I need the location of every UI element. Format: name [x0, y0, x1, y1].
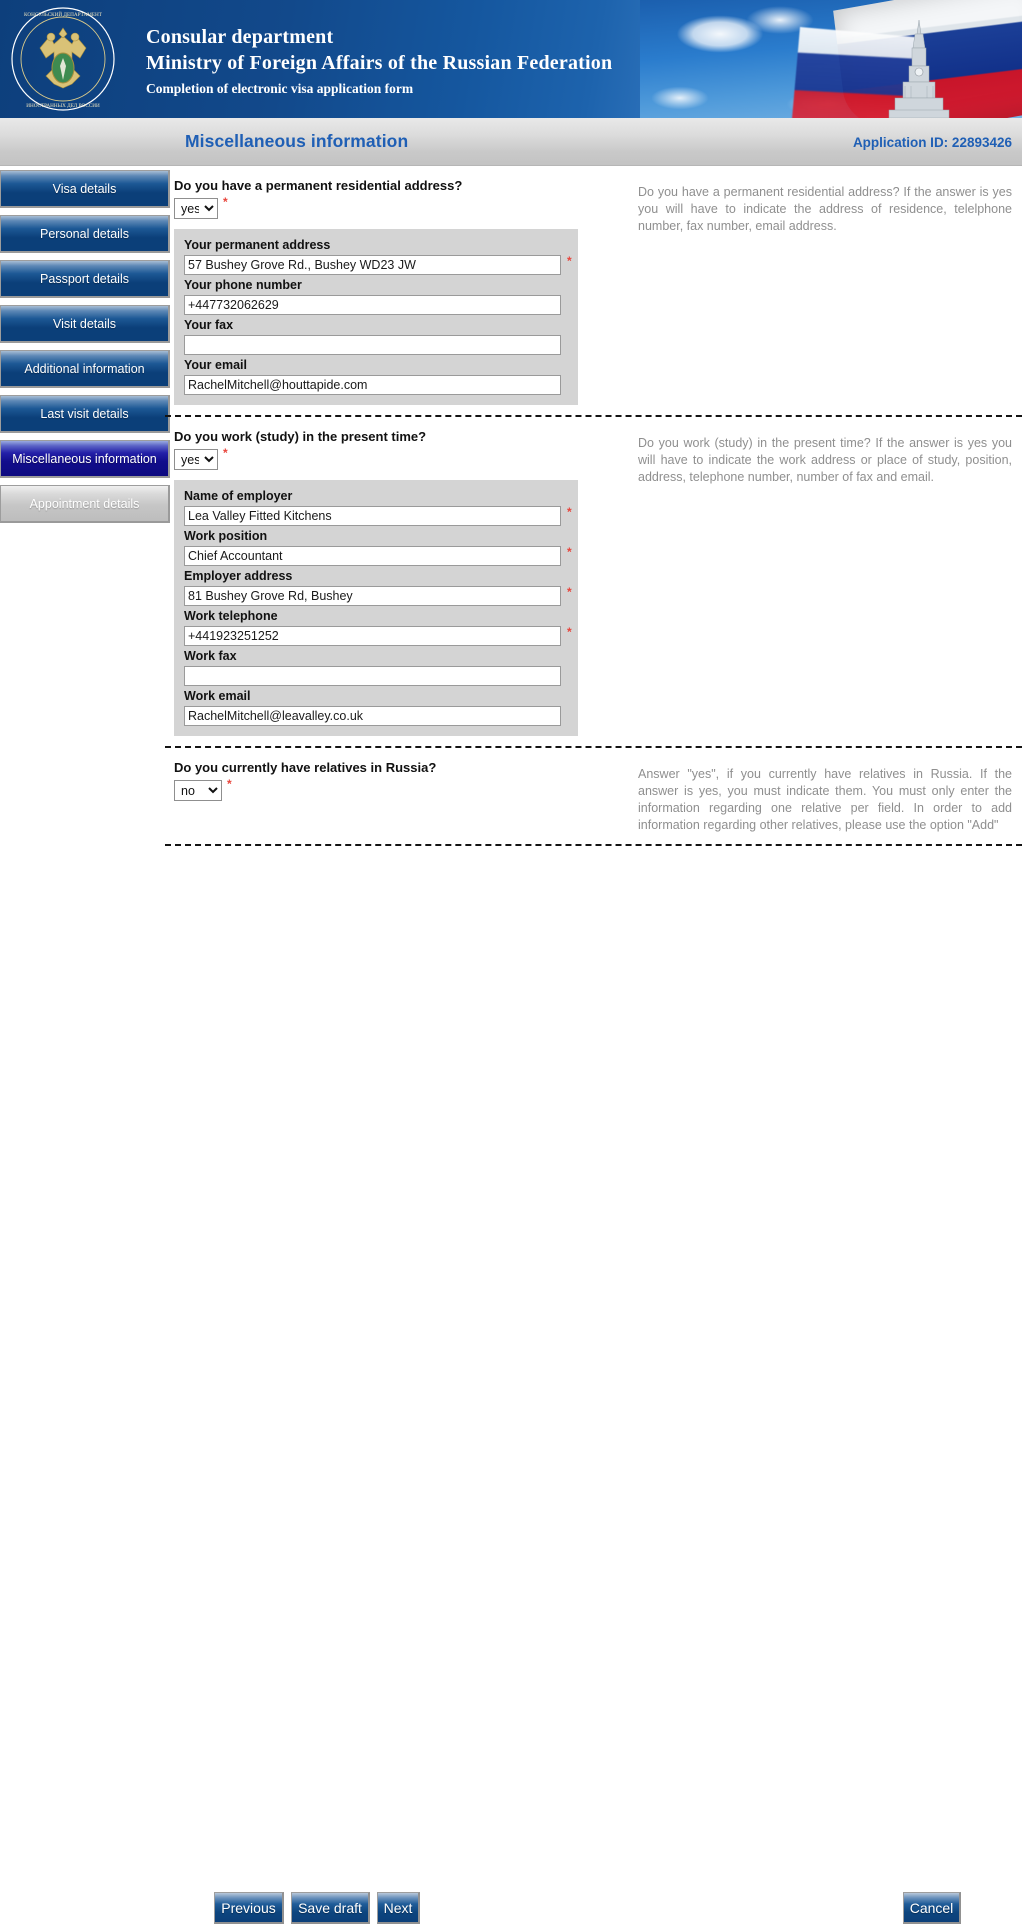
- section-fields-column: Do you have a permanent residential addr…: [165, 174, 600, 405]
- sidebar-item-passport-details[interactable]: Passport details: [0, 260, 170, 298]
- section-hint-column: Answer "yes", if you currently have rela…: [600, 756, 1022, 834]
- sidebar-item-appointment-details: Appointment details: [0, 485, 170, 523]
- banner-subtitle: Completion of electronic visa applicatio…: [146, 81, 414, 96]
- section-relatives-in-russia: Do you currently have relatives in Russi…: [165, 746, 1022, 846]
- label-work-position: Work position: [184, 529, 268, 543]
- required-asterisk: *: [223, 195, 228, 209]
- banner-title-line-1: Consular department: [146, 26, 334, 48]
- section-hint-column: Do you have a permanent residential addr…: [600, 174, 1022, 405]
- sidebar-nav: Visa details Personal details Passport d…: [0, 170, 174, 530]
- question-permanent-address: Do you have a permanent residential addr…: [174, 178, 463, 193]
- work-position-input[interactable]: [184, 546, 561, 566]
- permanent-address-field-group: Your permanent address * Your phone numb…: [174, 229, 578, 405]
- work-email-wrap: [184, 706, 568, 726]
- work-fax-wrap: [184, 666, 568, 686]
- question-relatives-in-russia: Do you currently have relatives in Russi…: [174, 760, 437, 775]
- sidebar-item-visa-details[interactable]: Visa details: [0, 170, 170, 208]
- work-email-input[interactable]: [184, 706, 561, 726]
- form-button-bar: Previous Save draft Next Cancel: [0, 938, 1022, 1924]
- relatives-select[interactable]: no: [174, 780, 222, 801]
- label-work-email: Work email: [184, 689, 251, 703]
- required-asterisk: *: [567, 254, 572, 268]
- next-button[interactable]: Next: [377, 1892, 420, 1924]
- your-phone-number-wrap: [184, 295, 568, 315]
- svg-text:КОНСУЛЬСКИЙ ДЕПАРТАМЕНТ: КОНСУЛЬСКИЙ ДЕПАРТАМЕНТ: [24, 10, 103, 18]
- permanent-address-answer-row: yes *: [174, 195, 600, 219]
- permanent-address-select[interactable]: yes: [174, 198, 218, 219]
- previous-button[interactable]: Previous: [214, 1892, 284, 1924]
- save-draft-button[interactable]: Save draft: [291, 1892, 370, 1924]
- page-titlebar: Miscellaneous information Application ID…: [0, 118, 1022, 166]
- required-asterisk: *: [223, 446, 228, 460]
- your-permanent-address-input[interactable]: [184, 255, 561, 275]
- employer-address-input[interactable]: [184, 586, 561, 606]
- required-asterisk: *: [227, 777, 232, 791]
- label-your-phone-number: Your phone number: [184, 278, 302, 292]
- relatives-answer-row: no *: [174, 777, 600, 801]
- sidebar-item-last-visit-details[interactable]: Last visit details: [0, 395, 170, 433]
- page-body: Visa details Personal details Passport d…: [0, 166, 1022, 1016]
- work-field-group: Name of employer * Work position * Emplo…: [174, 480, 578, 736]
- application-id-label: Application ID: 22893426: [852, 135, 1012, 150]
- required-asterisk: *: [567, 505, 572, 519]
- sidebar-item-label: Last visit details: [40, 406, 129, 421]
- name-of-employer-wrap: *: [184, 505, 572, 526]
- section-work-study: Do you work (study) in the present time?…: [165, 415, 1022, 746]
- required-asterisk: *: [567, 585, 572, 599]
- your-permanent-address-wrap: *: [184, 254, 572, 275]
- hint-work-study: Do you work (study) in the present time?…: [638, 436, 1012, 484]
- sidebar-item-label: Personal details: [40, 226, 129, 241]
- section-fields-column: Do you work (study) in the present time?…: [165, 425, 600, 736]
- work-study-select[interactable]: yes: [174, 449, 218, 470]
- section-hint-column: Do you work (study) in the present time?…: [600, 425, 1022, 736]
- your-fax-wrap: [184, 335, 568, 355]
- sidebar-item-label: Visit details: [53, 316, 116, 331]
- your-email-wrap: [184, 375, 568, 395]
- sidebar-item-visit-details[interactable]: Visit details: [0, 305, 170, 343]
- label-your-fax: Your fax: [184, 318, 234, 332]
- sidebar-item-additional-information[interactable]: Additional information: [0, 350, 170, 388]
- banner-title-line-2: Ministry of Foreign Affairs of the Russi…: [146, 52, 613, 74]
- sidebar-item-personal-details[interactable]: Personal details: [0, 215, 170, 253]
- label-work-telephone: Work telephone: [184, 609, 278, 623]
- svg-text:ИНОСТРАННЫХ ДЕЛ РОССИИ: ИНОСТРАННЫХ ДЕЛ РОССИИ: [26, 103, 100, 109]
- work-study-answer-row: yes *: [174, 446, 600, 470]
- your-fax-input[interactable]: [184, 335, 561, 355]
- sidebar-item-label: Additional information: [24, 361, 145, 376]
- your-phone-number-input[interactable]: [184, 295, 561, 315]
- banner-title-block: Consular department Ministry of Foreign …: [146, 24, 612, 99]
- page-title: Miscellaneous information: [185, 131, 409, 151]
- label-work-fax: Work fax: [184, 649, 237, 663]
- label-name-of-employer: Name of employer: [184, 489, 293, 503]
- section-permanent-address: Do you have a permanent residential addr…: [165, 166, 1022, 415]
- employer-address-wrap: *: [184, 585, 572, 606]
- sidebar-item-miscellaneous-information[interactable]: Miscellaneous information: [0, 440, 170, 478]
- required-asterisk: *: [567, 625, 572, 639]
- coat-of-arms-emblem-icon: КОНСУЛЬСКИЙ ДЕПАРТАМЕНТ ИНОСТРАННЫХ ДЕЛ …: [11, 7, 115, 111]
- work-telephone-input[interactable]: [184, 626, 561, 646]
- sidebar-item-label: Appointment details: [29, 496, 140, 511]
- hint-permanent-address: Do you have a permanent residential addr…: [638, 185, 1012, 233]
- site-header-banner: КОНСУЛЬСКИЙ ДЕПАРТАМЕНТ ИНОСТРАННЫХ ДЕЛ …: [0, 0, 1022, 118]
- sidebar-item-label: Visa details: [52, 181, 117, 196]
- form-area: Do you have a permanent residential addr…: [165, 166, 1022, 846]
- sidebar-item-label: Miscellaneous information: [12, 451, 157, 466]
- sidebar-item-label: Passport details: [40, 271, 129, 286]
- label-your-email: Your email: [184, 358, 247, 372]
- your-email-input[interactable]: [184, 375, 561, 395]
- work-telephone-wrap: *: [184, 625, 572, 646]
- cancel-button[interactable]: Cancel: [903, 1892, 961, 1924]
- required-asterisk: *: [567, 545, 572, 559]
- work-position-wrap: *: [184, 545, 572, 566]
- mfa-tower-image: [888, 19, 950, 118]
- work-fax-input[interactable]: [184, 666, 561, 686]
- label-employer-address: Employer address: [184, 569, 293, 583]
- hint-relatives-in-russia: Answer "yes", if you currently have rela…: [638, 767, 1012, 832]
- section-fields-column: Do you currently have relatives in Russi…: [165, 756, 600, 834]
- question-work-study: Do you work (study) in the present time?: [174, 429, 427, 444]
- name-of-employer-input[interactable]: [184, 506, 561, 526]
- label-your-permanent-address: Your permanent address: [184, 238, 331, 252]
